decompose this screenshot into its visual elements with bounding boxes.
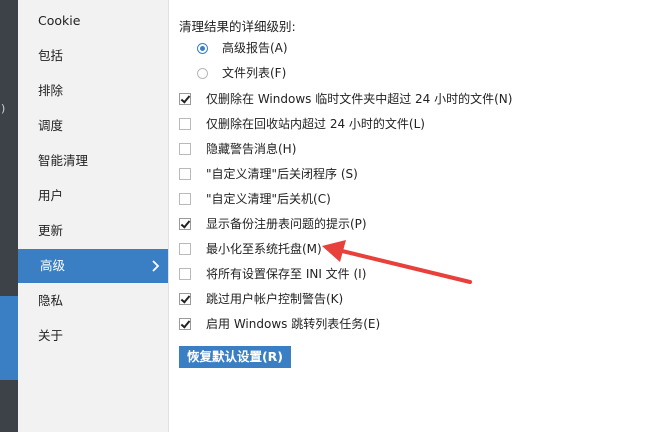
radio-advanced-report[interactable]: 高级报告(A)	[197, 38, 288, 58]
nav-item-about[interactable]: 关于	[18, 319, 168, 353]
option-label: 将所有设置保存至 INI 文件 (I)	[206, 267, 367, 281]
nav-item-smart-cleaning[interactable]: 智能清理	[18, 144, 168, 178]
nav-item-privacy[interactable]: 隐私	[18, 284, 168, 318]
option-label: 仅删除在回收站内超过 24 小时的文件(L)	[206, 117, 425, 131]
nav-item-label: 关于	[38, 328, 64, 343]
app-sidebar-strip: )	[0, 0, 18, 432]
option-recycle-bin-24h[interactable]: 仅删除在回收站内超过 24 小时的文件(L)	[179, 114, 425, 134]
nav-item-label: 包括	[38, 48, 64, 63]
chevron-right-icon	[152, 249, 160, 284]
nav-item-users[interactable]: 用户	[18, 179, 168, 213]
option-label: "自定义清理"后关闭程序 (S)	[206, 167, 358, 181]
nav-item-include[interactable]: 包括	[18, 39, 168, 73]
nav-item-label: 用户	[38, 188, 64, 203]
nav-item-label: 调度	[38, 118, 64, 133]
checkbox-checked[interactable]	[179, 218, 191, 230]
nav-item-updates[interactable]: 更新	[18, 214, 168, 248]
option-save-to-ini[interactable]: 将所有设置保存至 INI 文件 (I)	[179, 264, 366, 284]
radio-button[interactable]	[197, 67, 208, 79]
option-temp-files-24h[interactable]: 仅删除在 Windows 临时文件夹中超过 24 小时的文件(N)	[179, 89, 512, 109]
checkbox[interactable]	[179, 268, 191, 280]
nav-item-advanced[interactable]: 高级	[18, 249, 168, 283]
checkbox[interactable]	[179, 193, 191, 205]
nav-item-label: 隐私	[38, 293, 64, 308]
nav-item-label: Cookie	[38, 13, 81, 28]
checkbox[interactable]	[179, 118, 191, 130]
radio-label: 高级报告(A)	[222, 41, 288, 55]
option-label: 仅删除在 Windows 临时文件夹中超过 24 小时的文件(N)	[206, 92, 513, 106]
settings-nav: Cookie 包括 排除 调度 智能清理 用户 更新 高级 隐私 关于	[18, 0, 169, 432]
radio-button-selected[interactable]	[197, 42, 208, 54]
checkbox-checked[interactable]	[179, 293, 191, 305]
radio-label: 文件列表(F)	[222, 66, 287, 80]
strip-active-indicator	[0, 296, 18, 380]
checkbox[interactable]	[179, 243, 191, 255]
option-jump-list-tasks[interactable]: 启用 Windows 跳转列表任务(E)	[179, 314, 380, 334]
option-label: 隐藏警告消息(H)	[206, 142, 297, 156]
checkbox-checked[interactable]	[179, 93, 191, 105]
nav-item-label: 智能清理	[38, 153, 89, 168]
checkbox[interactable]	[179, 168, 191, 180]
option-label: 最小化至系统托盘(M)	[206, 242, 322, 256]
strip-edge-glyph: )	[1, 102, 6, 115]
report-level-title: 清理结果的详细级别:	[179, 19, 296, 34]
checkbox-checked[interactable]	[179, 318, 191, 330]
option-hide-warnings[interactable]: 隐藏警告消息(H)	[179, 139, 296, 159]
option-shutdown-after-clean[interactable]: "自定义清理"后关机(C)	[179, 189, 331, 209]
nav-item-label: 更新	[38, 223, 64, 238]
option-close-after-clean[interactable]: "自定义清理"后关闭程序 (S)	[179, 164, 358, 184]
option-label: 启用 Windows 跳转列表任务(E)	[206, 317, 381, 331]
checkbox[interactable]	[179, 143, 191, 155]
advanced-settings-panel: 清理结果的详细级别: 高级报告(A) 文件列表(F) 仅删除在 Windows …	[169, 0, 665, 432]
nav-item-label: 高级	[40, 258, 66, 273]
nav-item-exclude[interactable]: 排除	[18, 74, 168, 108]
nav-item-schedule[interactable]: 调度	[18, 109, 168, 143]
option-label: 跳过用户帐户控制警告(K)	[206, 292, 344, 306]
option-minimize-to-tray[interactable]: 最小化至系统托盘(M)	[179, 239, 322, 259]
option-skip-uac-warning[interactable]: 跳过用户帐户控制警告(K)	[179, 289, 343, 309]
nav-item-cookie[interactable]: Cookie	[18, 4, 168, 38]
option-label: 显示备份注册表问题的提示(P)	[206, 217, 367, 231]
option-label: "自定义清理"后关机(C)	[206, 192, 331, 206]
nav-item-label: 排除	[38, 83, 64, 98]
radio-file-list[interactable]: 文件列表(F)	[197, 63, 286, 83]
option-registry-backup-prompt[interactable]: 显示备份注册表问题的提示(P)	[179, 214, 367, 234]
restore-defaults-button[interactable]: 恢复默认设置(R)	[179, 346, 291, 368]
